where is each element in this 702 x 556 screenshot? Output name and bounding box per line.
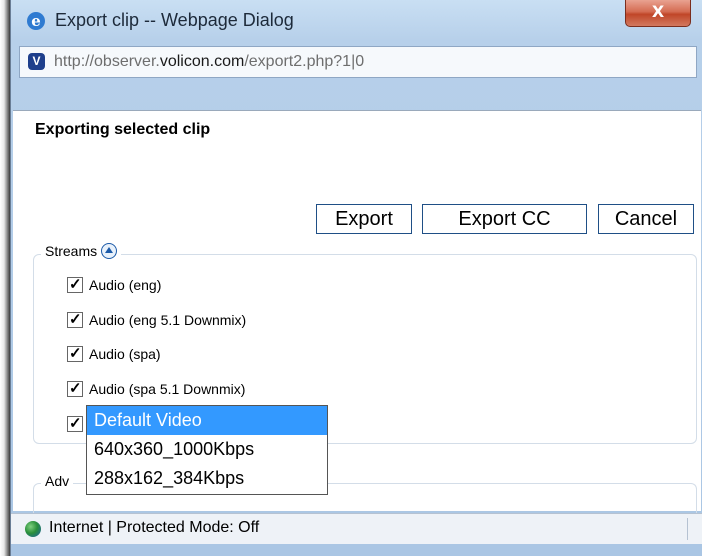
- stream-item[interactable]: Audio (eng): [67, 275, 162, 297]
- stream-item[interactable]: Audio (eng 5.1 Downmix): [67, 310, 247, 332]
- dropdown-option[interactable]: 288x162_384Kbps: [87, 464, 327, 493]
- video-quality-dropdown-list[interactable]: Default Video 640x360_1000Kbps 288x162_3…: [86, 405, 328, 495]
- export-cc-button[interactable]: Export CC: [422, 204, 587, 234]
- background-shadow: [0, 0, 10, 556]
- streams-legend-label: Streams: [45, 243, 98, 259]
- address-bar: V http://observer.volicon.com/export2.ph…: [19, 46, 697, 78]
- window-title: Export clip -- Webpage Dialog: [55, 10, 294, 30]
- streams-legend: Streams: [41, 243, 122, 259]
- close-button[interactable]: X: [625, 0, 691, 27]
- status-bar: Internet | Protected Mode: Off: [11, 513, 702, 544]
- stream-item[interactable]: Audio (spa): [67, 344, 161, 366]
- dropdown-option[interactable]: 640x360_1000Kbps: [87, 435, 327, 464]
- title-bar: e Export clip -- Webpage Dialog X: [11, 0, 702, 38]
- status-divider: [687, 518, 688, 540]
- stream-label: Audio (eng 5.1 Downmix): [89, 312, 247, 328]
- export-button[interactable]: Export: [316, 204, 412, 234]
- dropdown-option-selected[interactable]: Default Video: [87, 406, 327, 435]
- video-stream-checkbox[interactable]: [67, 414, 83, 432]
- stream-checkbox[interactable]: [67, 379, 83, 397]
- stream-checkbox[interactable]: [67, 275, 83, 293]
- status-text: Internet | Protected Mode: Off: [49, 519, 260, 536]
- advanced-legend[interactable]: Adv: [41, 473, 74, 489]
- stream-checkbox[interactable]: [67, 310, 83, 328]
- globe-icon: [25, 521, 41, 537]
- stream-checkbox[interactable]: [67, 344, 83, 362]
- cancel-button[interactable]: Cancel: [598, 204, 694, 234]
- collapse-up-icon[interactable]: [101, 243, 118, 259]
- stream-label: Audio (spa 5.1 Downmix): [89, 381, 246, 397]
- stream-item[interactable]: Audio (spa 5.1 Downmix): [67, 379, 246, 401]
- stream-label: Audio (eng): [89, 277, 162, 293]
- ie-icon: e: [27, 12, 45, 30]
- volicon-site-icon: V: [28, 53, 45, 70]
- page-title: Exporting selected clip: [35, 121, 211, 138]
- stream-label: Audio (spa): [89, 346, 161, 362]
- url-text: http://observer.volicon.com/export2.php?…: [54, 53, 365, 70]
